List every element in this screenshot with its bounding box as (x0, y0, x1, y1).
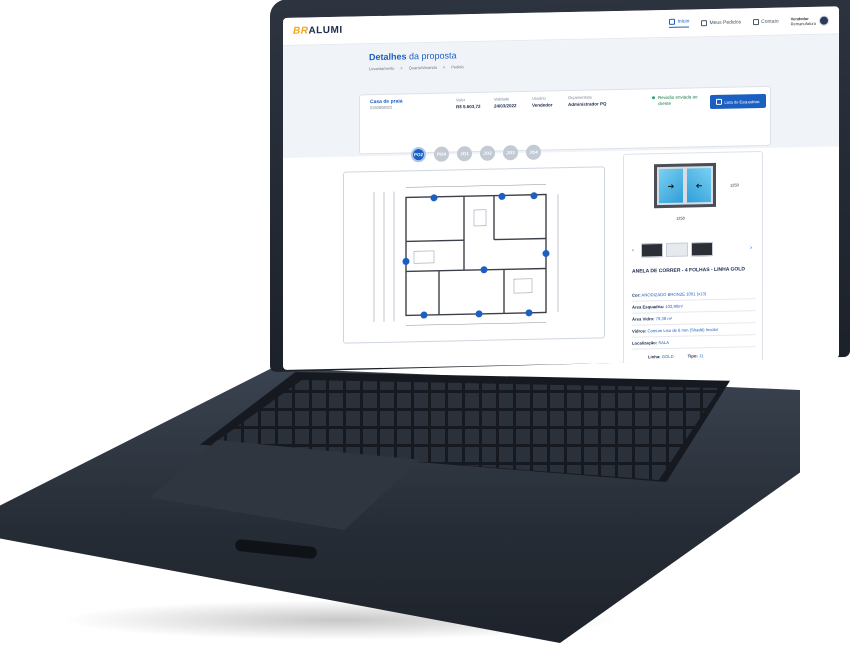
spec-label: Cor: (632, 292, 641, 298)
tab-jo4[interactable]: JO4 (526, 144, 541, 160)
spec-label: Linha: (648, 354, 661, 360)
breadcrumb-separator: > (442, 64, 446, 70)
arrow-right-icon: ➔ (659, 168, 683, 204)
floor-plan-drawing (373, 184, 559, 326)
spec-value: ANODIZADO BRONZE 1001 (x13) (641, 291, 707, 298)
logo[interactable]: BRALUMI (293, 25, 343, 37)
user-value: Vendedor (532, 102, 553, 108)
screen: BRALUMI Início Meus Pedidos Contato Vend… (283, 6, 839, 371)
chevron-right-icon[interactable]: › (750, 245, 756, 251)
spec-location: Localização: SALA (632, 338, 756, 350)
thumbnail[interactable] (691, 241, 713, 257)
validity-date: 24/03/2022 (494, 103, 517, 109)
proposal-card: Casa de praia 0260808022 Valor R$ 5.603,7… (359, 85, 771, 155)
nav-home-label: Início (677, 18, 690, 25)
spec-color: Cor: ANODIZADO BRONZE 1001 (x13) (632, 290, 756, 302)
spec-value: J1 (698, 353, 704, 359)
spec-label: Tipo: (687, 353, 698, 359)
tab-po2[interactable]: PO2 (411, 147, 426, 163)
spec-label: Vidros: (632, 328, 647, 334)
laptop-mockup: BRALUMI Início Meus Pedidos Contato Vend… (0, 0, 851, 651)
nav-orders-label: Meus Pedidos (709, 18, 742, 26)
spec-glass-area: Área Vidro: 79,38 m² (632, 314, 756, 326)
status-badge: Revisão enviada ao cliente (652, 94, 698, 107)
main-nav: Início Meus Pedidos Contato Vendedor Rem… (669, 15, 829, 28)
breadcrumb-levantamento[interactable]: Levantamento (369, 66, 394, 72)
user-name: Remanufatura (790, 20, 816, 26)
client-field: Casa de praia 0260808022 (370, 98, 403, 110)
home-icon (669, 18, 676, 25)
list-windows-label: Lista de Esquadrias (724, 98, 760, 105)
breadcrumb: Levantamento > Quarto/Varanda > Pedido (369, 64, 464, 71)
window-tabs: PO2 PO4 JO1 JO2 JO3 JO4 (411, 144, 541, 163)
user-info: Vendedor Remanufatura (790, 15, 816, 26)
logo-prefix: BR (293, 25, 309, 37)
avatar[interactable] (819, 15, 829, 26)
value-amount: R$ 5.603,72 (456, 103, 481, 110)
spec-value: Comum Liso de 6 mm (Shadé) Incolor (647, 326, 719, 334)
nav-orders[interactable]: Meus Pedidos (701, 19, 741, 26)
status-text: Revisão enviada ao cliente (658, 94, 698, 106)
estimator-field: Orçamentista Administrador PQ (568, 94, 607, 107)
list-icon (716, 98, 723, 105)
page-title: Detalhes da proposta (369, 50, 457, 62)
orders-icon (701, 19, 708, 26)
user-label: Usuário (532, 95, 546, 101)
spec-label: Área Esquadria: (632, 304, 665, 310)
thumbnail[interactable] (666, 242, 688, 257)
breadcrumb-pedido: Pedido (451, 64, 464, 70)
nav-home[interactable]: Início (669, 18, 690, 28)
thumbnail[interactable] (641, 243, 663, 258)
estimator-value: Administrador PQ (568, 101, 607, 108)
nav-contact[interactable]: Contato (753, 18, 779, 25)
height-dimension: 1250 (730, 182, 739, 188)
user-menu[interactable]: Vendedor Remanufatura (791, 15, 829, 26)
page-title-bold: Detalhes (369, 51, 407, 63)
spec-line: Linha: GOLD (648, 354, 674, 360)
breadcrumb-quarto[interactable]: Quarto/Varanda (409, 65, 437, 71)
page-title-rest: da proposta (406, 50, 457, 62)
nav-contact-label: Contato (761, 18, 779, 25)
logo-suffix: ALUMI (308, 24, 343, 37)
page-header: Detalhes da proposta Levantamento > Quar… (283, 34, 839, 159)
width-dimension: 1250 (676, 215, 685, 221)
spec-line-type: Linha: GOLD Tipo: J1 (632, 352, 756, 363)
arrow-left-icon: ➔ (687, 168, 711, 203)
tab-po4[interactable]: PO4 (434, 146, 449, 162)
status-dot-icon (652, 96, 655, 100)
list-windows-button[interactable]: Lista de Esquadrias (710, 93, 766, 110)
window-preview: ➔ ➔ (654, 162, 716, 209)
breadcrumb-separator: > (400, 65, 403, 71)
floor-plan-viewer[interactable] (343, 166, 605, 344)
user-field: Usuário Vendedor (532, 95, 553, 107)
spec-label: Localização: (632, 340, 658, 346)
spec-value: 79,38 m² (655, 315, 673, 322)
value-label: Valor (456, 97, 466, 103)
product-panel: ➔ ➔ 1250 1250 ‹ › ANELA DE CORRER - 4 FO… (623, 150, 763, 371)
validity-label: Validade (494, 96, 510, 102)
contact-icon (753, 18, 760, 25)
spec-value: SALA (658, 339, 670, 346)
spec-window-area: Área Esquadria: 102,90m² (632, 302, 756, 314)
tab-jo2[interactable]: JO2 (480, 145, 495, 161)
chevron-left-icon[interactable]: ‹ (632, 248, 638, 254)
tab-jo3[interactable]: JO3 (503, 145, 518, 161)
value-field: Valor R$ 5.603,72 (456, 97, 481, 110)
thumbnail-strip: ‹ › (632, 240, 756, 259)
tab-jo1[interactable]: JO1 (457, 146, 472, 162)
spec-type: Tipo: J1 (688, 353, 704, 358)
client-code: 0260808022 (370, 104, 393, 111)
estimator-label: Orçamentista (568, 94, 592, 101)
product-title: ANELA DE CORRER - 4 FOLHAS - LINHA GOLD (632, 266, 745, 275)
spec-value: 102,90m² (665, 303, 683, 309)
spec-label: Área Vidro: (632, 316, 655, 322)
spec-glass: Vidros: Comum Liso de 6 mm (Shadé) Incol… (632, 326, 756, 338)
validity-field: Validade 24/03/2022 (494, 96, 517, 108)
spec-value: GOLD (661, 353, 674, 360)
